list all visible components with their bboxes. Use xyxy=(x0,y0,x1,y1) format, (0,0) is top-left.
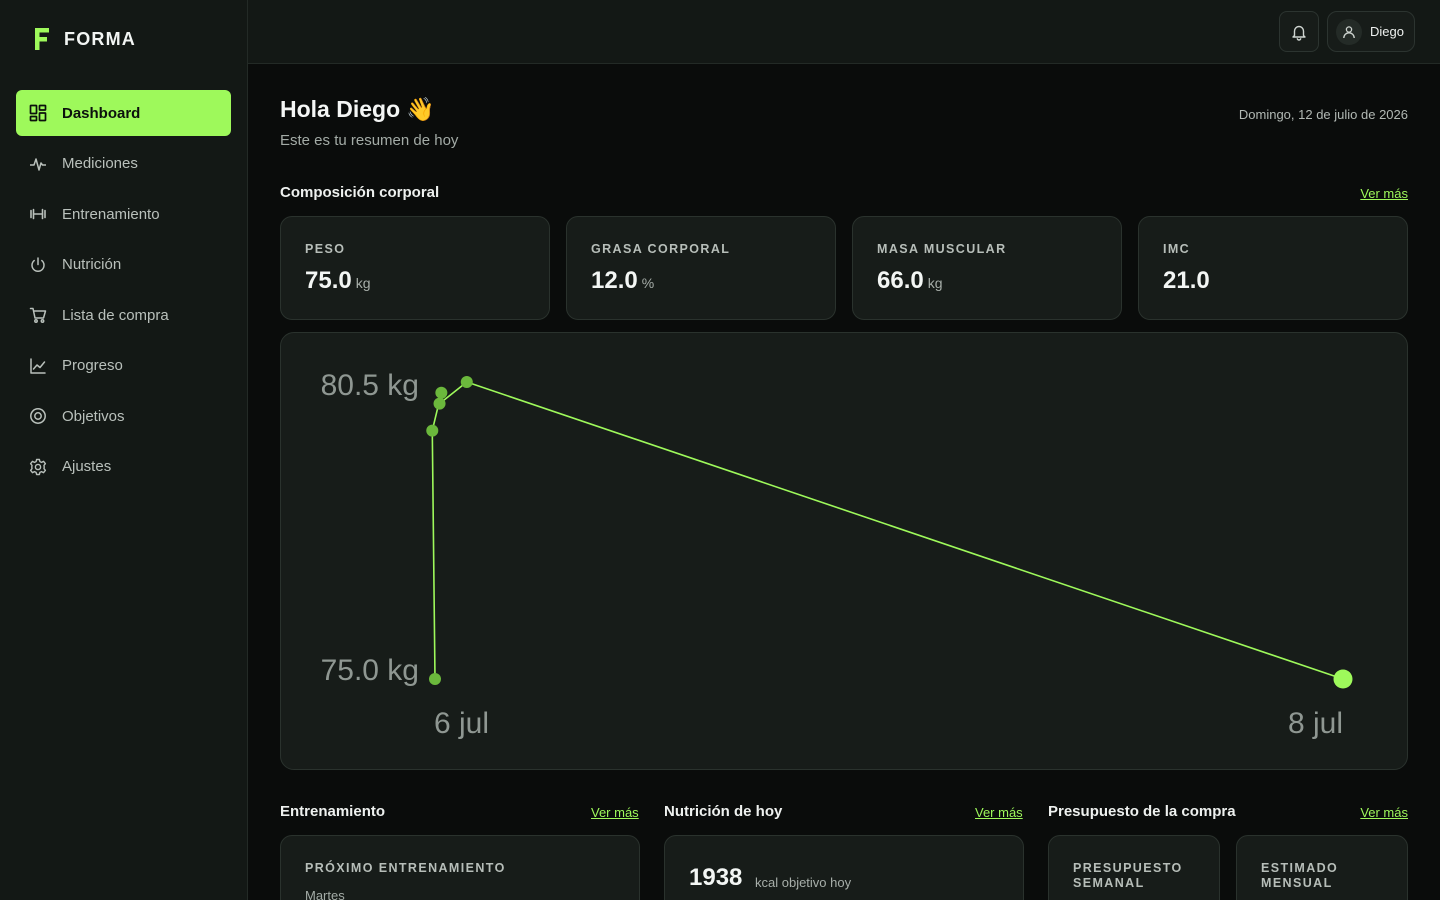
stat-label: MASA MUSCULAR xyxy=(877,242,1007,256)
data-point xyxy=(426,424,439,437)
budget-title: Presupuesto de la compra xyxy=(1048,803,1236,820)
stat-label: GRASA CORPORAL xyxy=(591,242,731,256)
budget-ver-mas-link[interactable]: Ver más xyxy=(1360,805,1408,820)
nutrition-title: Nutrición de hoy xyxy=(664,803,783,820)
weekly-budget-card[interactable]: PRESUPUESTO SEMANAL xyxy=(1048,835,1220,900)
current-date: Domingo, 12 de julio de 2026 xyxy=(1238,107,1408,122)
sidebar-item-progreso[interactable]: Progreso xyxy=(16,343,231,389)
y-tick-label: 75.0 kg xyxy=(321,654,419,687)
data-point xyxy=(460,376,473,388)
brand[interactable]: FORMA xyxy=(32,26,136,52)
stat-value: 12.0% xyxy=(591,267,655,294)
next-training-day: Martes xyxy=(305,888,345,900)
power-icon xyxy=(28,255,48,275)
composition-ver-mas-link[interactable]: Ver más xyxy=(1360,186,1408,201)
chart-line-icon xyxy=(28,356,48,376)
wave-emoji: 👋 xyxy=(406,96,435,122)
avatar xyxy=(1336,18,1362,45)
stat-card-masa-muscular[interactable]: MASA MUSCULAR 66.0 kg xyxy=(852,216,1122,320)
sidebar-item-label: Ajustes xyxy=(62,458,112,475)
weekly-budget-label: PRESUPUESTO SEMANAL xyxy=(1073,861,1183,890)
greeting-text: Hola Diego xyxy=(280,96,401,122)
notifications-button[interactable] xyxy=(1279,11,1319,52)
stat-card-peso[interactable]: PESO 75.0 kg xyxy=(280,216,550,320)
sidebar: FORMA Dashboard Mediciones Entrenamiento… xyxy=(0,0,248,900)
brand-name: FORMA xyxy=(64,28,136,49)
sidebar-item-mediciones[interactable]: Mediciones xyxy=(16,141,231,187)
stat-card-imc[interactable]: IMC 21.0 xyxy=(1138,216,1408,320)
target-icon xyxy=(28,406,48,426)
grid-icon xyxy=(28,103,48,123)
sidebar-item-entrenamiento[interactable]: Entrenamiento xyxy=(16,191,231,237)
stat-value: 66.0 kg xyxy=(877,267,943,294)
sidebar-item-label: Objetivos xyxy=(62,407,125,425)
pulse-icon xyxy=(28,154,48,174)
kcal-label: kcal objetivo hoy xyxy=(755,875,852,890)
stat-value: 75.0 kg xyxy=(305,267,371,294)
sidebar-nav: Dashboard Mediciones Entrenamiento Nutri… xyxy=(16,90,231,494)
sidebar-item-label: Nutrición xyxy=(62,256,122,273)
stat-card-grasa-corporal[interactable]: GRASA CORPORAL 12.0% xyxy=(566,216,836,320)
nutrition-card[interactable]: 1938 kcal objetivo hoy xyxy=(664,835,1024,900)
forma-logo-icon xyxy=(35,28,49,50)
x-tick-label: 8 jul xyxy=(1288,707,1343,740)
data-point xyxy=(435,386,448,399)
sidebar-item-ajustes[interactable]: Ajustes xyxy=(16,444,231,490)
training-ver-mas-link[interactable]: Ver más xyxy=(591,805,639,820)
data-point xyxy=(433,397,446,410)
next-training-card[interactable]: PRÓXIMO ENTRENAMIENTO Martes xyxy=(280,835,640,900)
page-title: Hola Diego 👋 xyxy=(280,96,435,123)
composition-title: Composición corporal xyxy=(280,184,440,201)
nutrition-ver-mas-link[interactable]: Ver más xyxy=(975,805,1023,820)
stat-label: IMC xyxy=(1163,242,1191,256)
next-training-label: PRÓXIMO ENTRENAMIENTO xyxy=(305,861,506,875)
series-line xyxy=(431,381,1344,680)
user-menu-button[interactable]: Diego xyxy=(1327,11,1415,52)
sidebar-item-dashboard[interactable]: Dashboard xyxy=(16,90,231,136)
user-icon xyxy=(1343,25,1355,38)
sidebar-item-label: Dashboard xyxy=(62,104,141,122)
weight-chart: 80.5 kg 75.0 kg 6 jul 8 jul xyxy=(280,332,1408,770)
sidebar-item-nutricion[interactable]: Nutrición xyxy=(16,242,231,288)
sidebar-item-label: Lista de compra xyxy=(62,306,169,324)
topbar: Diego xyxy=(248,0,1440,64)
sidebar-item-label: Mediciones xyxy=(62,155,138,172)
cart-icon xyxy=(28,305,48,325)
sidebar-item-objetivos[interactable]: Objetivos xyxy=(16,393,231,439)
monthly-estimate-label: ESTIMADO MENSUAL xyxy=(1261,861,1339,890)
data-point xyxy=(1333,669,1353,689)
x-tick-label: 6 jul xyxy=(434,707,489,740)
sidebar-item-label: Entrenamiento xyxy=(62,205,160,223)
stat-label: PESO xyxy=(305,242,346,256)
dumbbell-icon xyxy=(28,204,48,224)
kcal-value: 1938 xyxy=(689,864,743,891)
gear-icon xyxy=(28,457,48,477)
page-subtitle: Este es tu resumen de hoy xyxy=(280,132,459,149)
bell-icon xyxy=(1292,25,1306,41)
weight-chart-svg: 80.5 kg 75.0 kg 6 jul 8 jul xyxy=(321,369,1353,740)
data-point xyxy=(429,673,441,685)
training-title: Entrenamiento xyxy=(280,803,386,820)
stat-value: 21.0 xyxy=(1163,267,1210,294)
sidebar-item-label: Progreso xyxy=(62,357,123,374)
sidebar-item-lista-de-compra[interactable]: Lista de compra xyxy=(16,292,231,338)
monthly-estimate-card[interactable]: ESTIMADO MENSUAL xyxy=(1236,835,1408,900)
y-tick-label: 80.5 kg xyxy=(321,369,419,402)
user-name: Diego xyxy=(1370,24,1404,39)
